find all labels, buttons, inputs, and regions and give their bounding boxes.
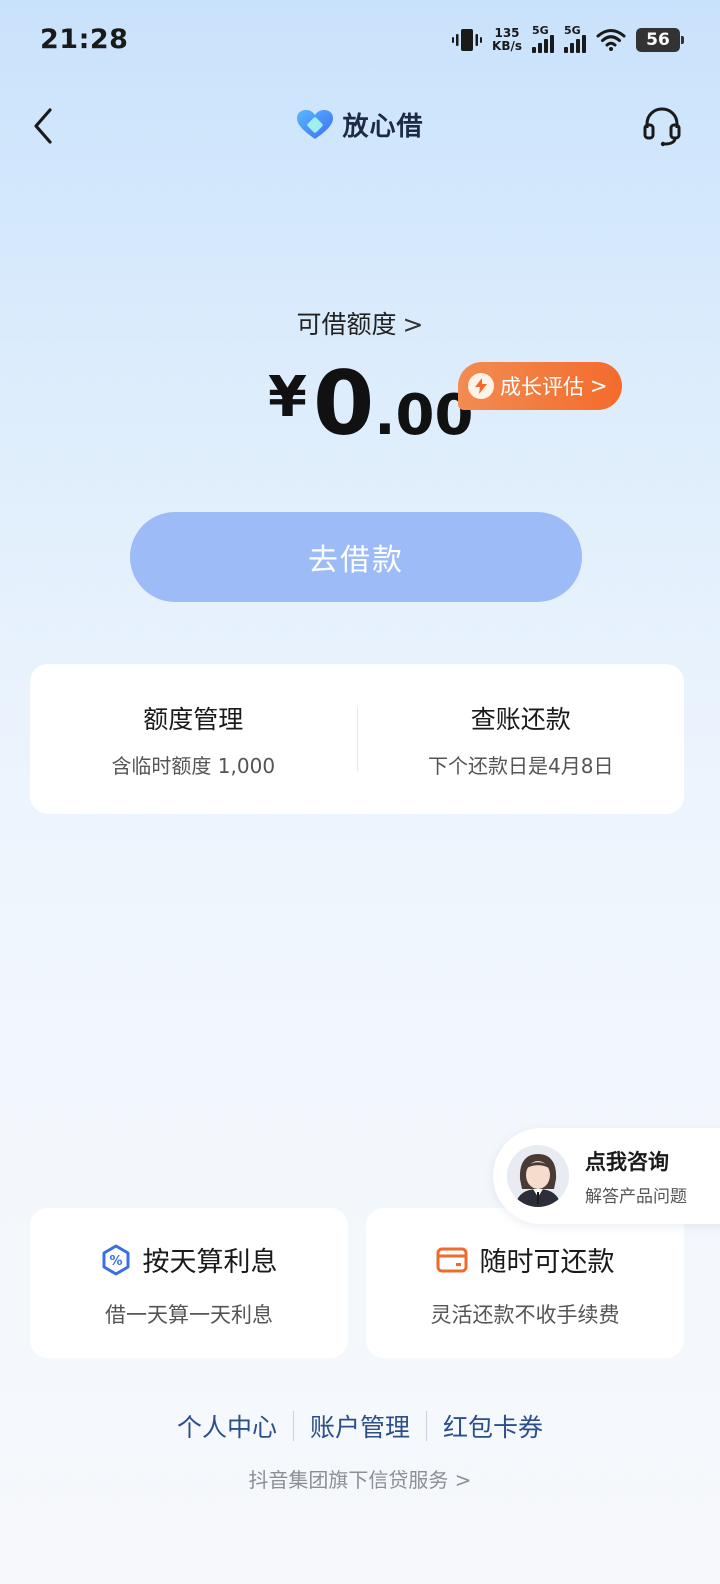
quota-management-subtitle: 含临时额度 1,000 <box>111 753 276 778</box>
brand-logo-icon <box>297 109 334 139</box>
chevron-right-icon: > <box>454 1468 472 1492</box>
headset-icon <box>643 107 681 147</box>
consult-title: 点我咨询 <box>585 1149 669 1174</box>
feature-subtitle: 灵活还款不收手续费 <box>430 1303 620 1327</box>
status-icons: 135 KB/s 5G 5G 56 <box>452 24 684 56</box>
feature-card-repay-anytime: 随时可还款 灵活还款不收手续费 <box>366 1208 684 1358</box>
lightning-icon <box>468 373 494 399</box>
nav-bar: 放心借 <box>0 96 720 156</box>
status-time: 21:28 <box>40 24 129 55</box>
brand-name: 放心借 <box>342 112 424 142</box>
borrow-button[interactable]: 去借款 <box>130 512 582 602</box>
available-credit-link[interactable]: 可借额度 > <box>0 305 720 341</box>
quota-management-title: 额度管理 <box>143 704 244 734</box>
growth-evaluation-button[interactable]: 成长评估 > <box>458 362 622 410</box>
bill-repayment[interactable]: 查账还款 下个还款日是4月8日 <box>358 700 685 779</box>
net-speed: 135 KB/s <box>492 26 522 53</box>
wallet-icon <box>436 1247 467 1272</box>
chevron-right-icon: > <box>590 374 608 398</box>
signal-icon-2: 5G <box>564 24 586 53</box>
consult-button[interactable]: 点我咨询 解答产品问题 <box>493 1128 720 1224</box>
battery-icon: 56 <box>636 28 684 52</box>
brand-title: 放心借 <box>0 106 720 143</box>
account-management-link[interactable]: 账户管理 <box>294 1408 426 1444</box>
avatar <box>507 1145 569 1207</box>
feature-subtitle: 借一天算一天利息 <box>105 1303 273 1327</box>
bill-repayment-subtitle: 下个还款日是4月8日 <box>428 753 614 778</box>
wifi-icon <box>596 29 626 51</box>
chevron-right-icon: > <box>402 310 424 339</box>
signal-icon: 5G <box>532 24 554 53</box>
feature-card-daily-interest: % 按天算利息 借一天算一天利息 <box>30 1208 348 1358</box>
percent-hexagon-icon: % <box>102 1244 129 1275</box>
consult-subtitle: 解答产品问题 <box>585 1186 687 1207</box>
status-bar: 21:28 135 KB/s 5G 5G 56 <box>0 0 720 80</box>
feature-title: 随时可还款 <box>479 1247 615 1278</box>
credit-amount: ¥ 0 .00 <box>268 352 474 455</box>
vibrate-icon <box>452 29 483 51</box>
feature-title: 按天算利息 <box>142 1247 278 1278</box>
bill-repayment-title: 查账还款 <box>470 704 571 734</box>
personal-center-link[interactable]: 个人中心 <box>161 1408 293 1444</box>
customer-service-button[interactable] <box>640 104 684 148</box>
footer-links: 个人中心 账户管理 红包卡券 <box>0 1408 720 1444</box>
svg-text:%: % <box>109 1254 122 1269</box>
account-management-card: 额度管理 含临时额度 1,000 查账还款 下个还款日是4月8日 <box>30 664 684 814</box>
quota-management[interactable]: 额度管理 含临时额度 1,000 <box>30 700 357 779</box>
service-provider-note[interactable]: 抖音集团旗下信贷服务 > <box>0 1464 720 1493</box>
coupons-link[interactable]: 红包卡券 <box>427 1408 559 1444</box>
